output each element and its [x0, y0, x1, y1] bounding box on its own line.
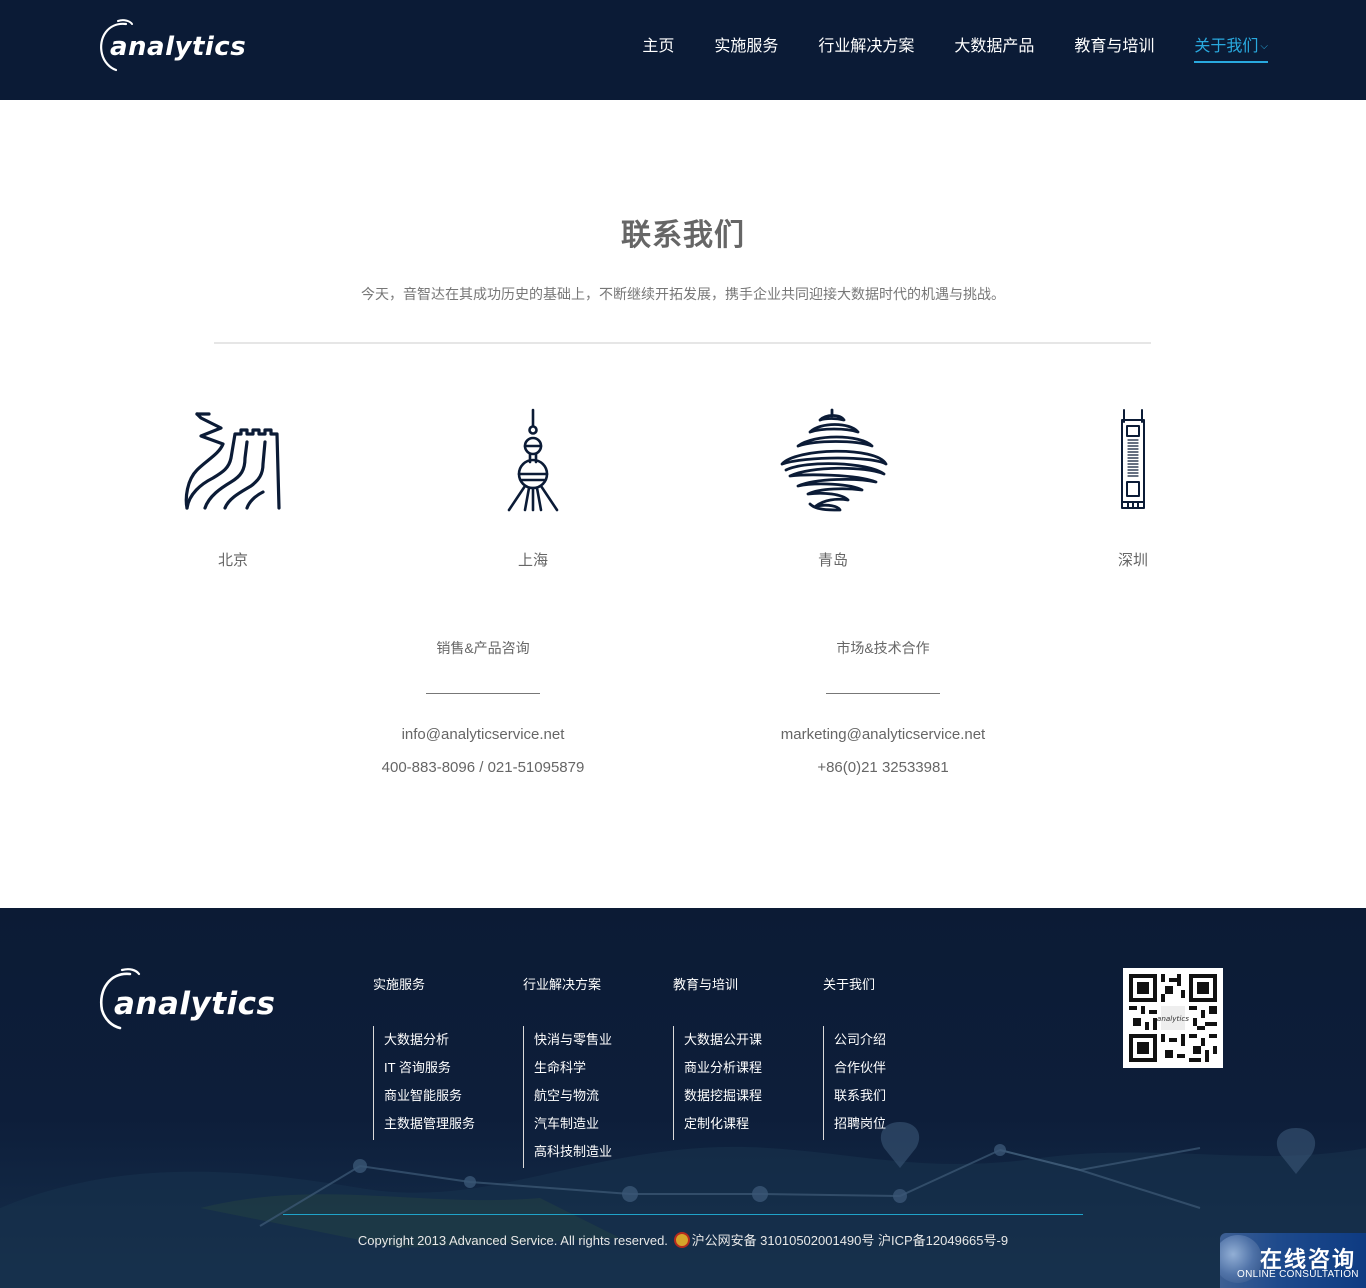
nav-big-data-products[interactable]: 大数据产品	[954, 37, 1034, 63]
city-beijing: 北京	[153, 405, 313, 570]
footer-link[interactable]: 主数据管理服务	[384, 1112, 513, 1140]
site-logo[interactable]: analytics	[96, 18, 246, 74]
great-wall-icon	[184, 412, 281, 510]
chevron-down-icon: ⌵	[1260, 41, 1268, 52]
contact-sales: 销售&产品咨询 info@analyticservice.net 400-883…	[333, 638, 633, 776]
contact-phone: +86(0)21 32533981	[817, 759, 949, 776]
footer-link[interactable]: 生命科学	[534, 1056, 663, 1084]
footer-link[interactable]: 商业智能服务	[384, 1084, 513, 1112]
footer-link[interactable]: 高科技制造业	[534, 1140, 663, 1168]
copyright-text: Copyright 2013 Advanced Service. All rig…	[357, 1233, 668, 1248]
footer-col-solutions: 行业解决方案 快消与零售业 生命科学 航空与物流 汽车制造业 高科技制造业	[523, 974, 663, 1168]
svg-text:analytics: analytics	[1157, 1014, 1189, 1023]
contact-heading: 销售&产品咨询	[436, 640, 530, 656]
city-shenzhen: 深圳	[1053, 405, 1213, 570]
city-qingdao: 青岛	[753, 405, 913, 570]
city-name: 北京	[217, 552, 248, 569]
qr-code-icon: analytics	[1129, 974, 1217, 1062]
nav-home[interactable]: 主页	[642, 37, 674, 63]
site-footer: analytics 实施服务 大数据分析 IT 咨询服务 商业智能服务 主数据管…	[0, 908, 1366, 1288]
wechat-qr-code: analytics	[1123, 968, 1223, 1068]
nav-about-us-label: 关于我们	[1194, 38, 1259, 55]
contact-email-link[interactable]: marketing@analyticservice.net	[733, 726, 1033, 743]
logo-text: analytics	[110, 32, 247, 62]
nav-industry-solutions[interactable]: 行业解决方案	[818, 37, 914, 63]
footer-link[interactable]: 数据挖掘课程	[684, 1084, 813, 1112]
oriental-pearl-tower-icon	[507, 408, 559, 512]
contact-rule	[426, 693, 540, 694]
consult-subtitle: ONLINE CONSULTATION	[1237, 1269, 1359, 1280]
footer-link[interactable]: 快消与零售业	[534, 1028, 663, 1056]
copyright: Copyright 2013 Advanced Service. All rig…	[0, 1230, 1366, 1249]
footer-link[interactable]: 航空与物流	[534, 1084, 663, 1112]
police-badge-icon	[673, 1232, 690, 1248]
footer-col-heading[interactable]: 实施服务	[373, 974, 513, 994]
contact-email-link[interactable]: info@analyticservice.net	[333, 726, 633, 743]
nav-about-us[interactable]: 关于我们 ⌵	[1194, 37, 1268, 63]
intro-text: 今天，音智达在其成功历史的基础上，不断继续开拓发展，携手企业共同迎接大数据时代的…	[361, 286, 1005, 302]
qingdao-sculpture-icon	[780, 408, 888, 512]
footer-divider	[283, 1214, 1083, 1215]
online-consultation-button[interactable]: 在线咨询 ONLINE CONSULTATION	[1220, 1233, 1366, 1288]
footer-logo[interactable]: analytics	[96, 966, 275, 1036]
section-divider	[214, 342, 1151, 344]
contact-heading: 市场&技术合作	[836, 640, 930, 656]
city-name: 青岛	[817, 552, 848, 569]
contact-marketing: 市场&技术合作 marketing@analyticservice.net +8…	[733, 638, 1033, 776]
footer-col-services: 实施服务 大数据分析 IT 咨询服务 商业智能服务 主数据管理服务	[373, 974, 513, 1140]
footer-col-heading[interactable]: 行业解决方案	[523, 974, 663, 994]
page-title: 联系我们	[621, 219, 745, 252]
footer-link[interactable]: 汽车制造业	[534, 1112, 663, 1140]
footer-col-heading[interactable]: 关于我们	[823, 974, 963, 994]
footer-link[interactable]: 联系我们	[834, 1084, 963, 1112]
footer-link[interactable]: 定制化课程	[684, 1112, 813, 1140]
footer-logo-text: analytics	[114, 986, 276, 1022]
main-nav: 主页 实施服务 行业解决方案 大数据产品 教育与培训 关于我们 ⌵	[642, 37, 1268, 63]
nav-implementation-services[interactable]: 实施服务	[714, 37, 778, 63]
footer-col-heading[interactable]: 教育与培训	[673, 974, 813, 994]
city-name: 上海	[517, 552, 548, 569]
footer-link[interactable]: IT 咨询服务	[384, 1056, 513, 1084]
contact-rule	[826, 693, 940, 694]
footer-col-education: 教育与培训 大数据公开课 商业分析课程 数据挖掘课程 定制化课程	[673, 974, 813, 1140]
footer-link[interactable]: 合作伙伴	[834, 1056, 963, 1084]
footer-link[interactable]: 大数据公开课	[684, 1028, 813, 1056]
nav-education-training[interactable]: 教育与培训	[1074, 37, 1154, 63]
footer-link[interactable]: 商业分析课程	[684, 1056, 813, 1084]
footer-link[interactable]: 大数据分析	[384, 1028, 513, 1056]
city-name: 深圳	[1117, 552, 1148, 569]
footer-link[interactable]: 公司介绍	[834, 1028, 963, 1056]
icp-text[interactable]: 沪公网安备 31010502001490号 沪ICP备12049665号-9	[692, 1233, 1009, 1248]
footer-col-about: 关于我们 公司介绍 合作伙伴 联系我们 招聘岗位	[823, 974, 963, 1140]
contact-phone: 400-883-8096 / 021-51095879	[381, 759, 585, 776]
skyscraper-icon	[1121, 409, 1145, 509]
footer-link[interactable]: 招聘岗位	[834, 1112, 963, 1140]
city-shanghai: 上海	[453, 405, 613, 570]
site-header: analytics 主页 实施服务 行业解决方案 大数据产品 教育与培训 关于我…	[0, 0, 1366, 100]
